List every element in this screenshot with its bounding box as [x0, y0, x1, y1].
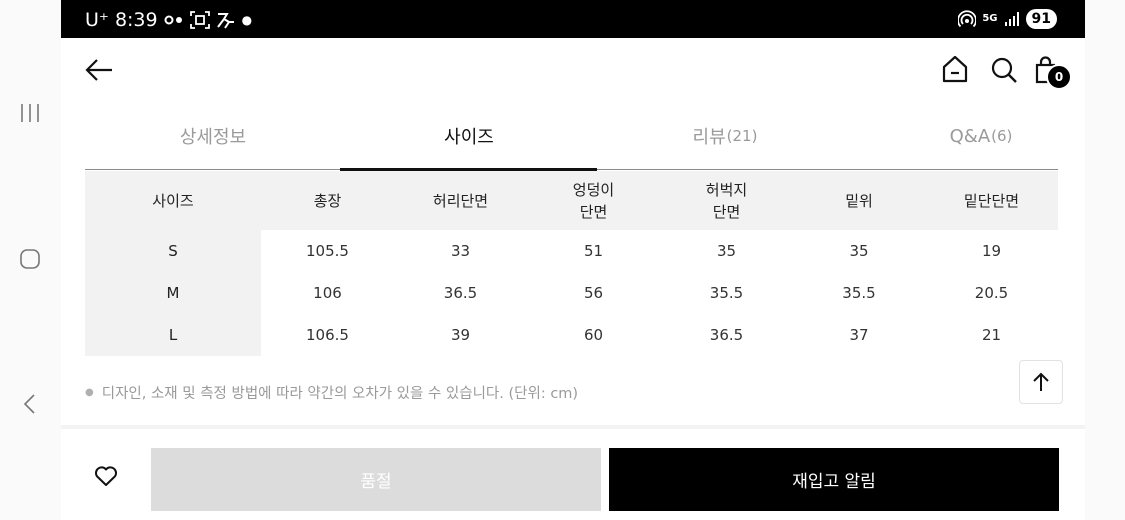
table-cell: 35 [716, 242, 737, 260]
restock-alert-button[interactable]: 재입고 알림 [609, 448, 1059, 511]
carrier-label: U⁺ [85, 9, 109, 31]
status-bar: U⁺ 8:39 ● 5G 91 [61, 0, 1085, 38]
tab-count: (6) [991, 127, 1013, 145]
screenshot-icon [189, 11, 210, 29]
table-row: S 105.5 33 51 35 35 19 [85, 230, 1058, 272]
heart-icon[interactable] [94, 465, 118, 487]
tab-label: 상세정보 [179, 127, 247, 148]
table-cell: 37 [849, 326, 869, 344]
table-cell: 60 [583, 326, 604, 344]
size-label-cell: S [85, 230, 261, 272]
sold-out-label: 품절 [360, 472, 392, 492]
tab-count: (21) [726, 127, 758, 145]
table-cell: 35.5 [709, 284, 744, 302]
link-icon [164, 15, 182, 25]
clock: 8:39 [114, 9, 158, 31]
table-cell: 51 [583, 242, 604, 260]
chevron-left-icon [23, 394, 35, 414]
recent-apps-icon [21, 104, 39, 122]
tab-size[interactable]: 사이즈 [341, 102, 597, 170]
home-system-button[interactable] [0, 239, 60, 279]
search-icon[interactable] [990, 56, 1018, 84]
sold-out-button: 품절 [151, 448, 601, 511]
table-cell: 19 [981, 242, 1002, 260]
size-label-cell: M [85, 272, 261, 314]
app-header [61, 38, 1085, 102]
table-row: M 106 36.5 56 35.5 35.5 20.5 [85, 272, 1058, 314]
product-tabs: 상세정보 사이즈 리뷰 (21) Q&A (6) [85, 102, 1058, 171]
battery-level: 91 [1025, 9, 1057, 29]
home-circle-icon [20, 249, 40, 269]
tab-details[interactable]: 상세정보 [85, 102, 341, 170]
tab-label: 사이즈 [444, 127, 494, 148]
table-cell: 35 [849, 242, 869, 260]
restock-alert-label: 재입고 알림 [792, 472, 876, 492]
table-cell: 20.5 [974, 284, 1009, 302]
table-cell: 33 [450, 242, 471, 260]
network-type-label: 5G [982, 13, 998, 24]
column-header: 허리단면 [394, 171, 527, 230]
tab-label: 리뷰 [692, 127, 726, 148]
table-cell: 56 [583, 284, 604, 302]
back-arrow-icon[interactable] [83, 54, 115, 86]
table-cell: 105.5 [306, 242, 349, 260]
table-cell: 35.5 [842, 284, 876, 302]
system-back-button[interactable] [0, 384, 60, 424]
home-icon[interactable] [941, 55, 969, 83]
table-cell: 39 [450, 326, 471, 344]
column-header: 허벅지 단면 [660, 171, 793, 230]
table-row: L 106.5 39 60 36.5 37 21 [85, 314, 1058, 356]
arrow-up-icon [1033, 372, 1049, 391]
column-header: 사이즈 [85, 171, 261, 230]
column-header: 엉덩이 단면 [527, 171, 660, 230]
tab-reviews[interactable]: 리뷰 (21) [597, 102, 853, 170]
signal-icon [1004, 12, 1019, 26]
table-cell: 21 [981, 326, 1002, 344]
notification-dot-icon: ● [241, 13, 253, 27]
system-navigation-bar [0, 0, 60, 520]
bullet-icon: ● [85, 387, 94, 398]
table-cell: 36.5 [709, 326, 744, 344]
table-cell: 106 [313, 284, 342, 302]
table-header-row: 사이즈 총장 허리단면 엉덩이 단면 허벅지 단면 밑위 밑단단면 [85, 171, 1058, 230]
tab-label: Q&A [949, 125, 991, 147]
hotspot-icon [958, 10, 977, 28]
size-label-cell: L [85, 314, 261, 356]
size-table: 사이즈 총장 허리단면 엉덩이 단면 허벅지 단면 밑위 밑단단면 S 105.… [85, 171, 1058, 356]
measurement-note: ● 디자인, 소재 및 측정 방법에 따라 약간의 오차가 있을 수 있습니다.… [85, 382, 578, 403]
app-screen: U⁺ 8:39 ● 5G 91 0 상세정보 사이즈 리뷰 (21) Q&A (… [61, 0, 1085, 520]
column-header: 밑위 [793, 171, 925, 230]
device-frame: U⁺ 8:39 ● 5G 91 0 상세정보 사이즈 리뷰 (21) Q&A (… [0, 0, 1125, 520]
table-cell: 36.5 [443, 284, 478, 302]
cart-count-badge: 0 [1046, 64, 1072, 90]
note-text: 디자인, 소재 및 측정 방법에 따라 약간의 오차가 있을 수 있습니다. (… [101, 386, 579, 402]
column-header: 총장 [261, 171, 394, 230]
column-header: 밑단단면 [925, 171, 1058, 230]
bottom-action-bar: 품절 재입고 알림 [61, 425, 1085, 520]
table-cell: 106.5 [306, 326, 349, 344]
recent-apps-button[interactable] [0, 93, 60, 133]
screen-margin [1085, 0, 1125, 520]
scroll-to-top-button[interactable] [1019, 360, 1063, 404]
tab-qna[interactable]: Q&A (6) [853, 102, 1085, 170]
activity-icon [216, 13, 234, 29]
